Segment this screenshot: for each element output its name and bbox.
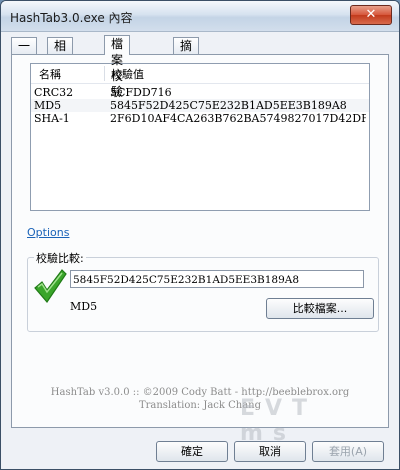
hash-row-sha1[interactable]: SHA-1 2F6D10AF4CA263B762BA5749827017D42D… — [31, 112, 369, 125]
hash-name: SHA-1 — [34, 112, 70, 125]
hash-list-header: 名稱 校驗值 — [31, 64, 369, 84]
hash-value: 2F6D10AF4CA263B762BA5749827017D42DF73B..… — [110, 112, 366, 125]
tab-summary[interactable]: 摘要 — [173, 37, 200, 69]
hash-value: 5CFDD716 — [110, 86, 172, 99]
green-checkmark-icon — [34, 269, 67, 303]
close-icon: ✕ — [365, 7, 377, 22]
hash-name: CRC32 — [34, 86, 74, 99]
tab-file-hashes[interactable]: 檔案校驗 — [104, 35, 131, 99]
options-link[interactable]: Options — [27, 226, 69, 239]
hash-value: 5845F52D425C75E232B1AD5EE3B189A8 — [110, 99, 347, 112]
title-bar[interactable]: HashTab3.0.exe 內容 ✕ — [1, 1, 399, 32]
ok-button[interactable]: 確定 — [156, 441, 228, 462]
hash-list[interactable]: 名稱 校驗值 CRC32 5CFDD716 MD5 5845F52D425C75… — [30, 63, 370, 211]
hash-compare-label: 校驗比較: — [34, 250, 86, 266]
watermark-logo: EVT ms — [240, 396, 318, 446]
column-header-name[interactable]: 名稱 — [39, 66, 61, 82]
tab-general[interactable]: 一般 — [11, 37, 38, 69]
hash-compare-group: 校驗比較: 5845F52D425C75E232B1AD5EE3B189A8 M… — [27, 250, 379, 332]
tab-panel: 名稱 校驗值 CRC32 5CFDD716 MD5 5845F52D425C75… — [11, 54, 389, 446]
column-divider[interactable] — [104, 66, 105, 81]
cancel-button[interactable]: 取消 — [234, 441, 306, 462]
hash-name: MD5 — [34, 99, 62, 112]
matched-algorithm: MD5 — [70, 300, 98, 313]
hash-row-md5[interactable]: MD5 5845F52D425C75E232B1AD5EE3B189A8 — [31, 99, 369, 112]
hash-row-crc32[interactable]: CRC32 5CFDD716 — [31, 86, 369, 99]
apply-button[interactable]: 套用(A) — [312, 441, 384, 462]
hash-compare-input[interactable]: 5845F52D425C75E232B1AD5EE3B189A8 — [70, 270, 364, 288]
tab-compatibility[interactable]: 相容性 — [47, 37, 74, 85]
compare-file-button[interactable]: 比較檔案... — [266, 298, 374, 319]
close-button[interactable]: ✕ — [350, 5, 392, 25]
window-title: HashTab3.0.exe 內容 — [10, 11, 133, 25]
properties-window: HashTab3.0.exe 內容 ✕ 一般 相容性 檔案校驗 摘要 名稱 校驗… — [0, 0, 400, 470]
